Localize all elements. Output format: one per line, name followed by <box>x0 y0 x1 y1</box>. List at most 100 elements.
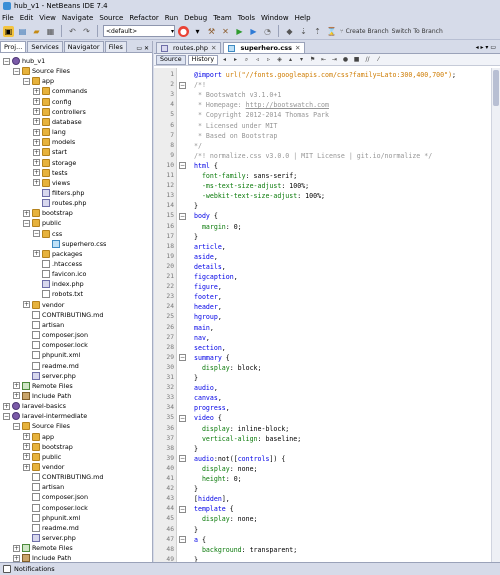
uncomment-icon[interactable]: ⁄ <box>374 55 383 64</box>
tree-item[interactable]: + database <box>33 117 82 127</box>
expand-icon[interactable]: + <box>33 138 40 146</box>
menu-item-edit[interactable]: Edit <box>20 14 34 22</box>
mode-source-button[interactable]: Source <box>156 54 186 65</box>
tree-item[interactable]: + views <box>33 178 70 188</box>
new-project-icon[interactable]: ▣ <box>3 25 14 37</box>
debug-icon[interactable]: ▶ <box>248 26 259 37</box>
tree-item[interactable]: − app <box>23 76 54 86</box>
fold-icon[interactable]: − <box>179 212 186 220</box>
stop-macro-icon[interactable]: ■ <box>352 55 361 64</box>
tree-item[interactable]: + Include Path <box>13 391 71 401</box>
tree-item[interactable]: − hub_v1 <box>3 56 45 66</box>
expand-icon[interactable]: + <box>13 392 20 400</box>
tree-item[interactable]: − laravel-intermediate <box>3 411 87 421</box>
vertical-scrollbar[interactable] <box>491 68 500 562</box>
menu-item-team[interactable]: Team <box>213 14 232 22</box>
tree-item[interactable]: + models <box>33 137 75 147</box>
close-icon[interactable]: ✕ <box>295 44 300 52</box>
tree-item[interactable]: readme.md <box>23 523 79 533</box>
expand-icon[interactable]: + <box>33 128 40 136</box>
panel-controls[interactable]: ▭ ✕ <box>136 45 152 52</box>
new-file-icon[interactable]: ▤ <box>17 26 28 37</box>
menu-item-debug[interactable]: Debug <box>184 14 207 22</box>
menu-item-help[interactable]: Help <box>295 14 311 22</box>
expand-icon[interactable]: + <box>33 118 40 126</box>
undo-icon[interactable]: ↶ <box>67 26 78 37</box>
comment-icon[interactable]: // <box>363 55 372 64</box>
expand-icon[interactable]: + <box>23 433 30 441</box>
save-all-icon[interactable]: ▦ <box>45 26 56 37</box>
tree-item[interactable]: CONTRIBUTING.md <box>23 472 103 482</box>
collapse-icon[interactable]: − <box>23 77 30 85</box>
collapse-icon[interactable]: − <box>33 230 40 238</box>
fold-icon[interactable]: − <box>179 81 186 89</box>
tree-item[interactable]: + start <box>33 147 67 157</box>
expand-icon[interactable]: + <box>13 554 20 562</box>
tree-item[interactable]: routes.php <box>33 198 86 208</box>
tree-item[interactable]: filters.php <box>33 188 84 198</box>
tree-item[interactable]: CONTRIBUTING.md <box>23 310 103 320</box>
tree-item[interactable]: readme.md <box>23 361 79 371</box>
run-icon[interactable]: ▶ <box>234 26 245 37</box>
bookmark-next-icon[interactable]: ▾ <box>297 55 306 64</box>
expand-icon[interactable]: + <box>33 87 40 95</box>
fold-icon[interactable]: − <box>179 505 186 513</box>
tree-item[interactable]: − Source Files <box>13 421 70 431</box>
find-next-icon[interactable]: ▹ <box>264 55 273 64</box>
tree-item[interactable]: composer.json <box>23 330 88 340</box>
switch-branch-button[interactable]: Switch To Branch <box>392 28 443 35</box>
tab-services[interactable]: Services <box>27 41 63 52</box>
expand-icon[interactable]: + <box>13 544 20 552</box>
collapse-icon[interactable]: − <box>3 57 10 65</box>
editor-tab-superhero-css[interactable]: superhero.css ✕ <box>223 42 306 53</box>
tree-item[interactable]: favicon.ico <box>33 269 86 279</box>
tab-files[interactable]: Files <box>104 41 127 52</box>
tree-item[interactable]: + packages <box>33 249 82 259</box>
menu-item-navigate[interactable]: Navigate <box>62 14 93 22</box>
tree-item[interactable]: + bootstrap <box>23 208 73 218</box>
git-push-icon[interactable]: ⇡ <box>312 26 323 37</box>
tree-item[interactable]: + commands <box>33 86 87 96</box>
menu-item-file[interactable]: File <box>2 14 14 22</box>
chrome-browser-icon[interactable]: ● <box>178 25 189 37</box>
tree-item[interactable]: + config <box>33 97 72 107</box>
expand-icon[interactable]: + <box>23 463 30 471</box>
tree-item[interactable]: − Source Files <box>13 66 70 76</box>
expand-icon[interactable]: + <box>33 250 40 258</box>
tree-item[interactable]: + storage <box>33 158 76 168</box>
tree-item[interactable]: + vendor <box>23 462 64 472</box>
collapse-icon[interactable]: − <box>3 412 10 420</box>
expand-icon[interactable]: + <box>23 443 30 451</box>
tab-proj[interactable]: Proj... <box>0 41 27 52</box>
tree-item[interactable]: index.php <box>33 279 84 289</box>
menu-item-view[interactable]: View <box>39 14 56 22</box>
shift-right-icon[interactable]: ⇥ <box>330 55 339 64</box>
tree-item[interactable]: + controllers <box>33 107 86 117</box>
profile-icon[interactable]: ◔ <box>262 26 273 37</box>
expand-icon[interactable]: + <box>33 169 40 177</box>
tree-item[interactable]: + vendor <box>23 300 64 310</box>
editor-tab-controls[interactable]: ◂ ▸ ▾ ▭ <box>476 44 500 51</box>
fold-icon[interactable]: − <box>179 414 186 422</box>
mode-history-button[interactable]: History <box>187 54 219 65</box>
fold-icon[interactable]: − <box>179 536 186 544</box>
expand-icon[interactable]: + <box>33 148 40 156</box>
git-pull-icon[interactable]: ⇣ <box>298 26 309 37</box>
menu-item-tools[interactable]: Tools <box>238 14 255 22</box>
collapse-icon[interactable]: − <box>13 422 20 430</box>
tree-item[interactable]: superhero.css <box>43 239 107 249</box>
collapse-icon[interactable]: − <box>13 67 20 75</box>
tree-item[interactable]: server.php <box>23 533 76 543</box>
configuration-select[interactable]: <default> ▾ <box>103 25 175 37</box>
close-icon[interactable]: ✕ <box>211 44 216 52</box>
record-macro-icon[interactable]: ● <box>341 55 350 64</box>
tree-item[interactable]: + Include Path <box>13 553 71 562</box>
collapse-icon[interactable]: − <box>23 219 30 227</box>
tree-item[interactable]: composer.lock <box>23 340 88 350</box>
expand-icon[interactable]: + <box>23 209 30 217</box>
menu-item-source[interactable]: Source <box>99 14 123 22</box>
tree-item[interactable]: server.php <box>23 371 76 381</box>
tree-item[interactable]: + laravel-basics <box>3 401 66 411</box>
chevron-down-icon[interactable]: ▾ <box>192 26 203 37</box>
tree-item[interactable]: artisan <box>23 320 64 330</box>
